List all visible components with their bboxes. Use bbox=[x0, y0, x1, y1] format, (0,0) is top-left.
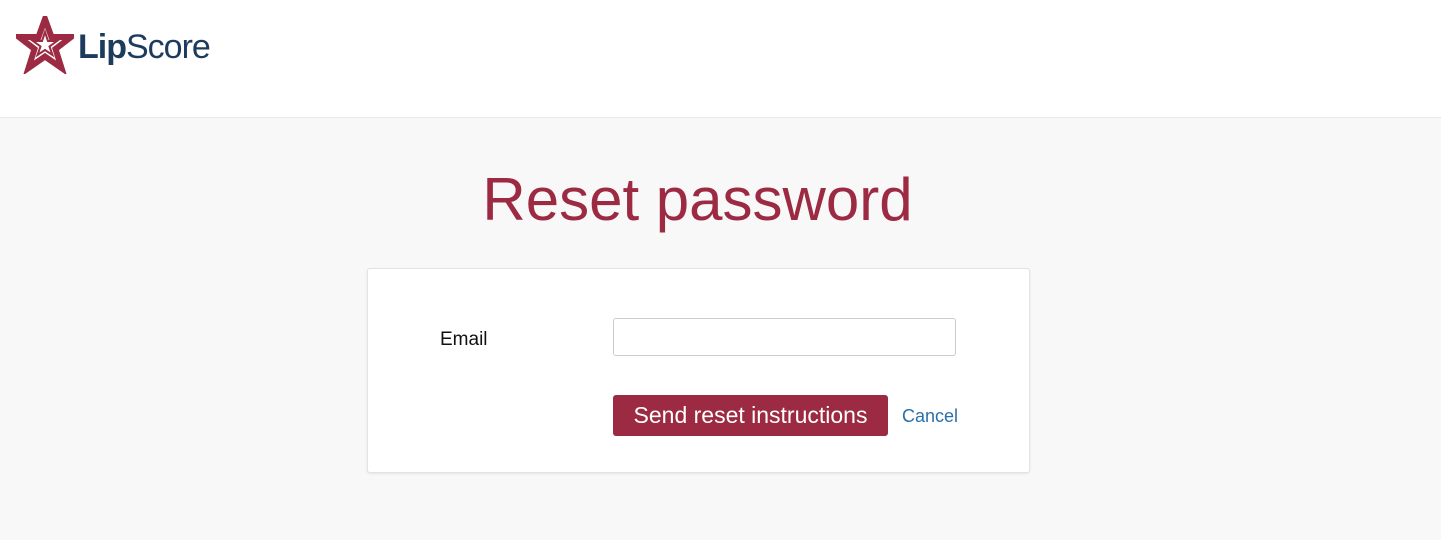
email-field[interactable] bbox=[613, 318, 956, 356]
cancel-link[interactable]: Cancel bbox=[902, 406, 958, 427]
logo-text-bold: Lip bbox=[78, 28, 127, 66]
page-title: Reset password bbox=[482, 166, 913, 233]
reset-password-card: Email Send reset instructions Cancel bbox=[367, 268, 1030, 473]
site-header: LipScore bbox=[0, 0, 1441, 118]
email-label: Email bbox=[440, 329, 488, 350]
logo-wordmark: LipScore bbox=[78, 26, 211, 66]
star-icon bbox=[16, 16, 74, 74]
send-reset-instructions-button[interactable]: Send reset instructions bbox=[613, 395, 888, 436]
lipscore-logo[interactable]: LipScore bbox=[16, 16, 211, 74]
logo-text-regular: Score bbox=[125, 28, 211, 66]
